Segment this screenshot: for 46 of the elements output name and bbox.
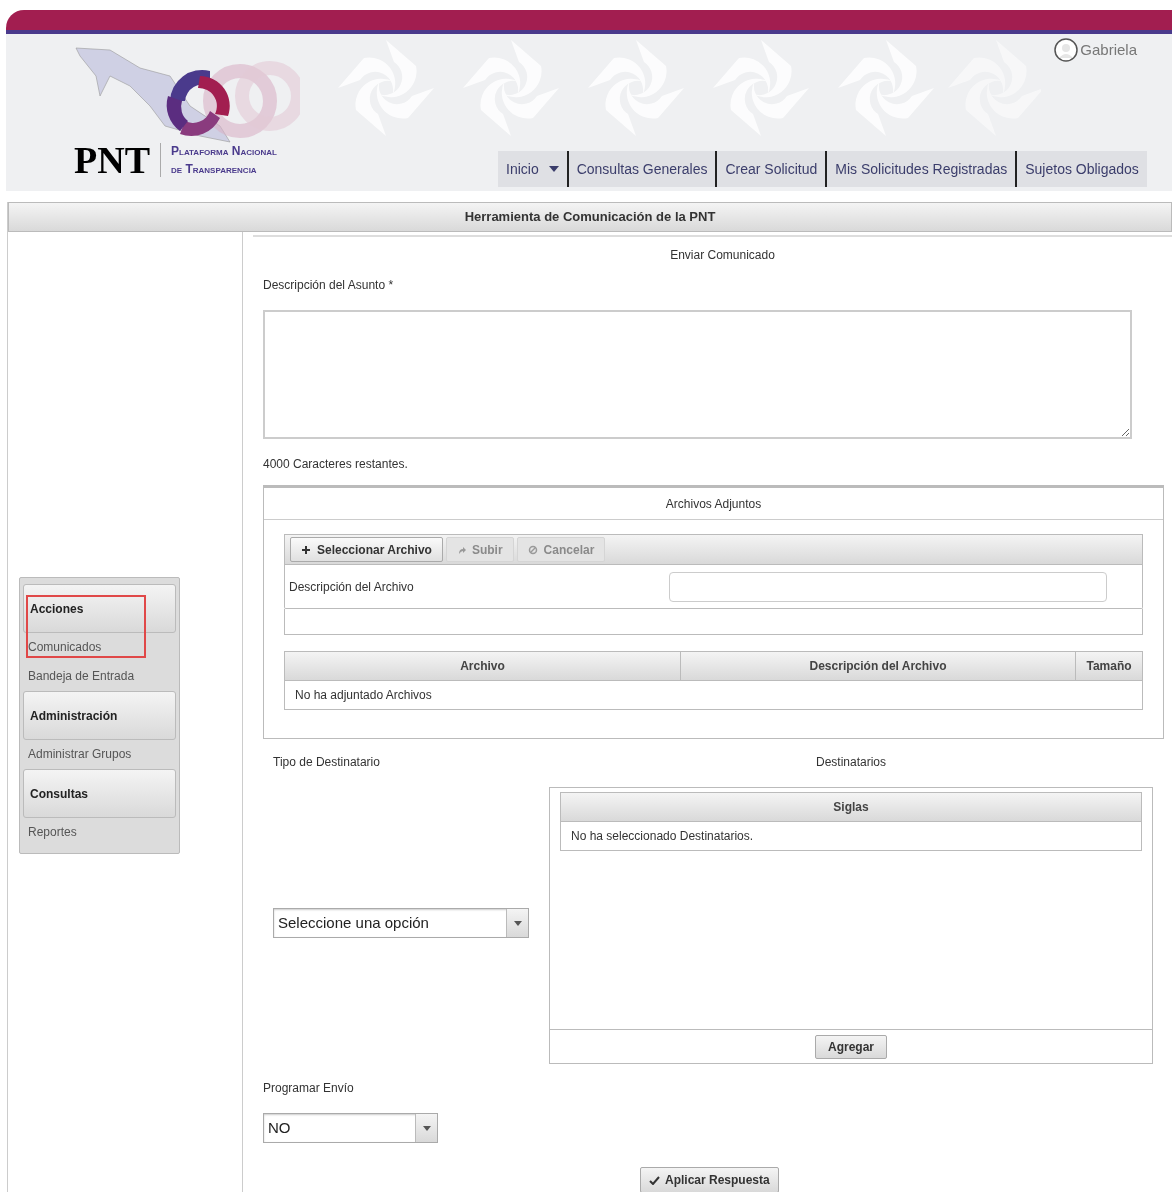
- caret-icon: [422, 1125, 431, 1131]
- user-name[interactable]: Gabriela: [1080, 38, 1137, 62]
- user-avatar-icon: [1054, 38, 1079, 62]
- character-counter: 4000 Caracteres restantes.: [263, 456, 409, 473]
- nav-item[interactable]: Mis Solicitudes Registradas: [825, 151, 1016, 187]
- add-button[interactable]: Agregar: [815, 1034, 887, 1059]
- sidebar-section-header[interactable]: Administración: [23, 691, 176, 740]
- empty-message: No ha seleccionado Destinatarios.: [570, 828, 755, 845]
- attachments-title: Archivos Adjuntos: [264, 488, 1163, 520]
- field-label: Tipo de Destinatario: [273, 754, 381, 771]
- upload-icon: [456, 544, 466, 555]
- subject-textarea[interactable]: [263, 310, 1132, 439]
- column-header: Descripción del Archivo: [680, 652, 1075, 680]
- nav-item[interactable]: Sujetos Obligados: [1015, 151, 1147, 187]
- column-header: Siglas: [561, 793, 1141, 822]
- logo-acronym: PNT: [74, 141, 150, 179]
- caret-icon: [548, 166, 559, 172]
- field-label: Descripción del Asunto *: [263, 277, 395, 294]
- submit-button[interactable]: Aplicar Respuesta: [640, 1167, 779, 1192]
- sidebar-item[interactable]: Comunicados: [23, 633, 176, 662]
- empty-message: No ha adjuntado Archivos: [294, 687, 433, 704]
- caret-icon: [513, 920, 522, 926]
- sidebar-item[interactable]: Administrar Grupos: [23, 740, 176, 769]
- nav-item[interactable]: Crear Solicitud: [715, 151, 826, 187]
- field-label: Programar Envío: [263, 1080, 355, 1097]
- sidebar-item[interactable]: Bandeja de Entrada: [23, 662, 176, 691]
- schedule-select[interactable]: NO: [263, 1113, 438, 1143]
- panel-title-bar: Herramienta de Comunicación de la PNT: [8, 202, 1172, 232]
- column-header: Tamaño: [1075, 652, 1142, 680]
- cancel-icon: [527, 544, 538, 555]
- plus-icon: [301, 544, 311, 555]
- field-label: Descripción del Archivo: [289, 578, 415, 596]
- sidebar-section-header[interactable]: Consultas: [23, 769, 176, 818]
- logo-name: de Transparencia: [171, 161, 258, 178]
- column-header: Archivo: [459, 658, 506, 675]
- logo-name: Plataforma Nacional: [171, 143, 277, 160]
- nav-item[interactable]: Consultas Generales: [566, 151, 716, 187]
- nav-item[interactable]: Inicio: [498, 151, 567, 187]
- sidebar-section-header[interactable]: Acciones: [23, 584, 176, 633]
- sidebar-item[interactable]: Reportes: [23, 818, 176, 847]
- field-label: Destinatarios: [816, 754, 886, 771]
- checkmark-icon: [649, 1175, 660, 1185]
- file-description-field[interactable]: [669, 571, 1107, 602]
- toolbar-button[interactable]: Seleccionar Archivo: [290, 537, 443, 562]
- form-title: Enviar Comunicado: [670, 247, 775, 264]
- recipient-type-select[interactable]: Seleccione una opción: [273, 908, 529, 938]
